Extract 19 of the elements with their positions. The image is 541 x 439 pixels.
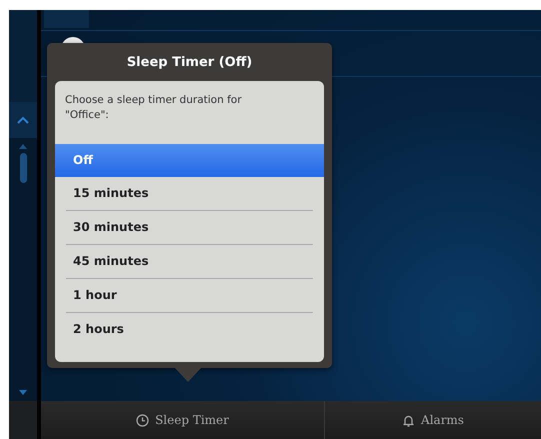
duration-option[interactable]: 1 hour [66, 278, 313, 312]
duration-option[interactable]: 2 hours [66, 312, 313, 346]
scroll-up-button[interactable] [9, 102, 37, 138]
alarms-button[interactable]: Alarms [325, 401, 541, 439]
popup-title: Sleep Timer (Off) [126, 55, 252, 70]
duration-option[interactable]: Off [55, 144, 324, 178]
scroll-down-arrow-icon [19, 390, 27, 395]
duration-option[interactable]: 30 minutes [66, 210, 313, 244]
bell-icon [402, 414, 416, 426]
sleep-timer-button[interactable]: Sleep Timer [41, 401, 325, 439]
prompt-text: Choose a sleep timer duration for "Office": [64, 93, 243, 123]
header-tile [44, 10, 89, 28]
scroll-thumb[interactable] [20, 153, 26, 183]
chevron-up-icon [17, 116, 29, 124]
duration-option[interactable]: 45 minutes [66, 244, 313, 278]
sidebar-footer-panel [9, 401, 37, 439]
duration-option[interactable]: 15 minutes [66, 177, 313, 210]
clock-icon [136, 414, 150, 426]
scroll-up-arrow-icon [19, 144, 27, 149]
